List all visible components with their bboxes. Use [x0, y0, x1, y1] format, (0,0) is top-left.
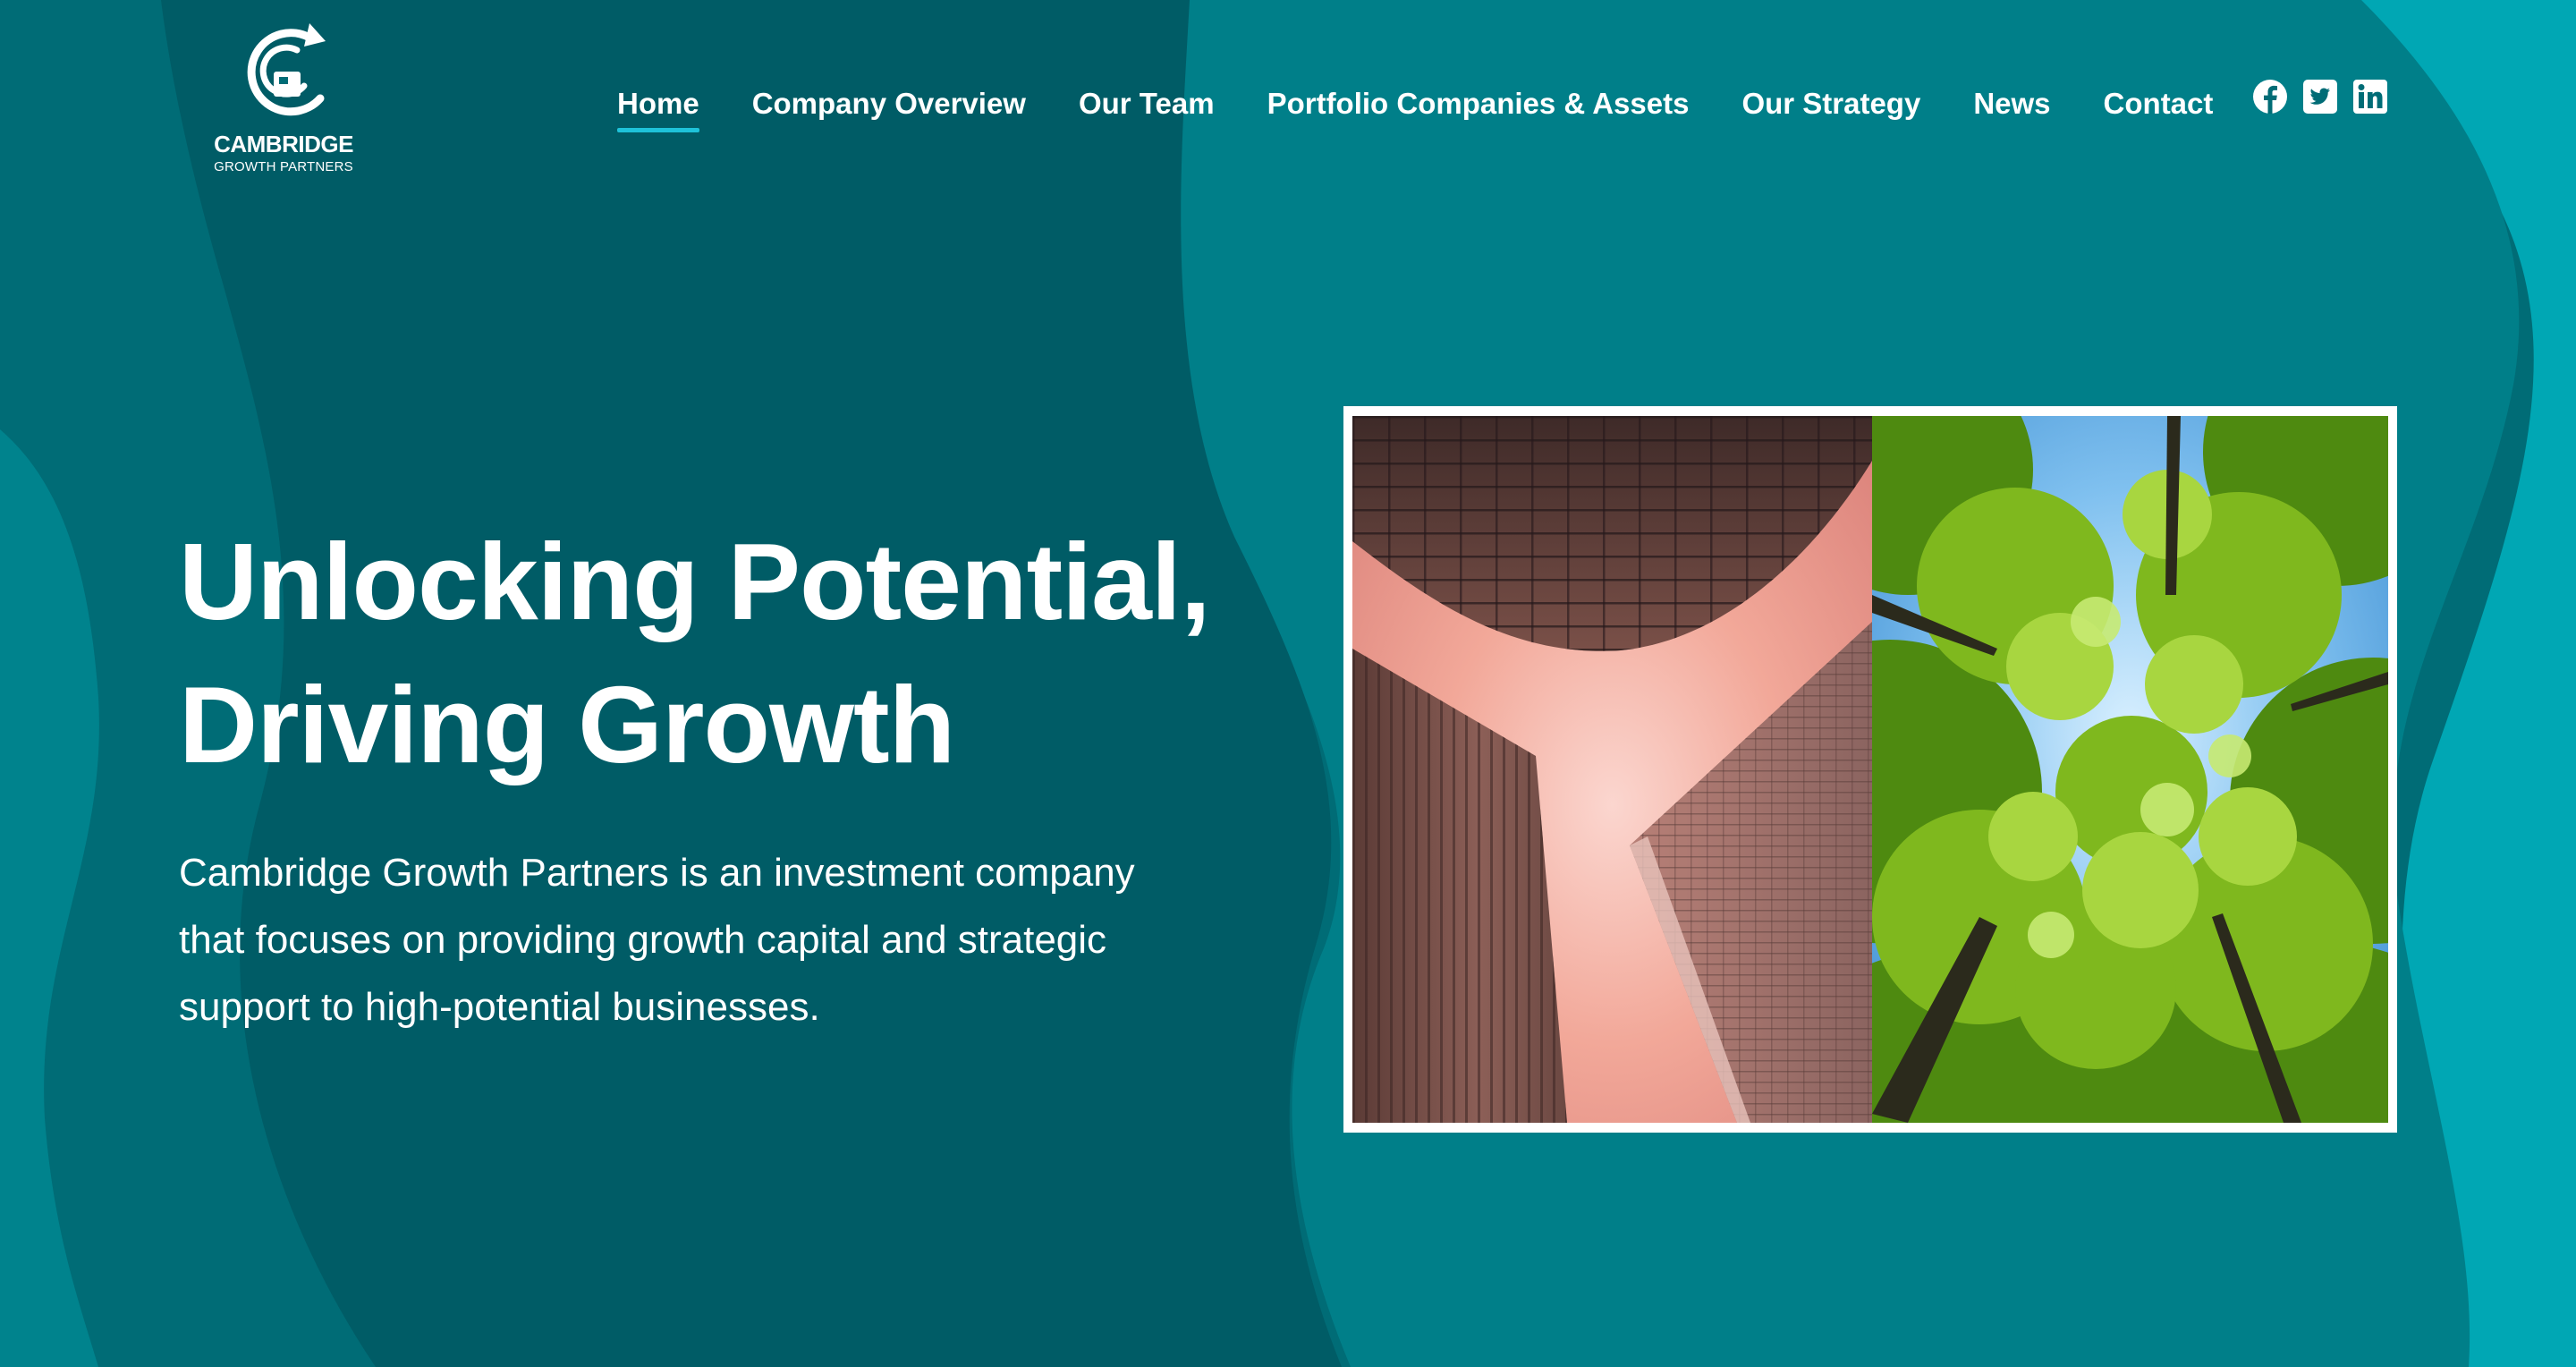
social-links — [2252, 79, 2388, 115]
nav-item-contact[interactable]: Contact — [2104, 84, 2214, 123]
hero-description-line-1: Cambridge Growth Partners is an investme… — [179, 851, 1135, 895]
hero-title: Unlocking Potential, Driving Growth — [179, 510, 1342, 796]
brand-name: CAMBRIDGE — [214, 131, 353, 157]
skyscrapers-image — [1352, 416, 1872, 1123]
nav-item-our-team[interactable]: Our Team — [1079, 84, 1215, 123]
brand-tagline: GROWTH PARTNERS — [214, 159, 353, 174]
linkedin-icon[interactable] — [2352, 79, 2388, 115]
twitter-icon[interactable] — [2302, 79, 2338, 115]
nav-item-portfolio-companies-assets[interactable]: Portfolio Companies & Assets — [1267, 84, 1690, 123]
brand-logo[interactable]: CAMBRIDGE GROWTH PARTNERS — [211, 16, 356, 177]
hero-title-line-2: Driving Growth — [179, 664, 955, 785]
nav-item-company-overview[interactable]: Company Overview — [752, 84, 1026, 123]
hero-description-line-3: support to high-potential businesses. — [179, 985, 820, 1029]
logo-mark-icon — [247, 23, 326, 116]
nav-item-our-strategy[interactable]: Our Strategy — [1741, 84, 1920, 123]
nav-item-home[interactable]: Home — [617, 84, 699, 132]
main-nav: Home Company Overview Our Team Portfolio… — [617, 77, 2214, 132]
hero-description-line-2: that focuses on providing growth capital… — [179, 918, 1107, 962]
facebook-icon[interactable] — [2252, 79, 2288, 115]
hero-image-frame — [1343, 406, 2397, 1133]
site-header: CAMBRIDGE GROWTH PARTNERS Home Company O… — [0, 0, 2576, 197]
forest-canopy-image — [1872, 416, 2388, 1123]
nav-item-news[interactable]: News — [1973, 84, 2050, 123]
hero-title-line-1: Unlocking Potential, — [179, 521, 1211, 642]
hero-description: Cambridge Growth Partners is an investme… — [179, 839, 1252, 1040]
